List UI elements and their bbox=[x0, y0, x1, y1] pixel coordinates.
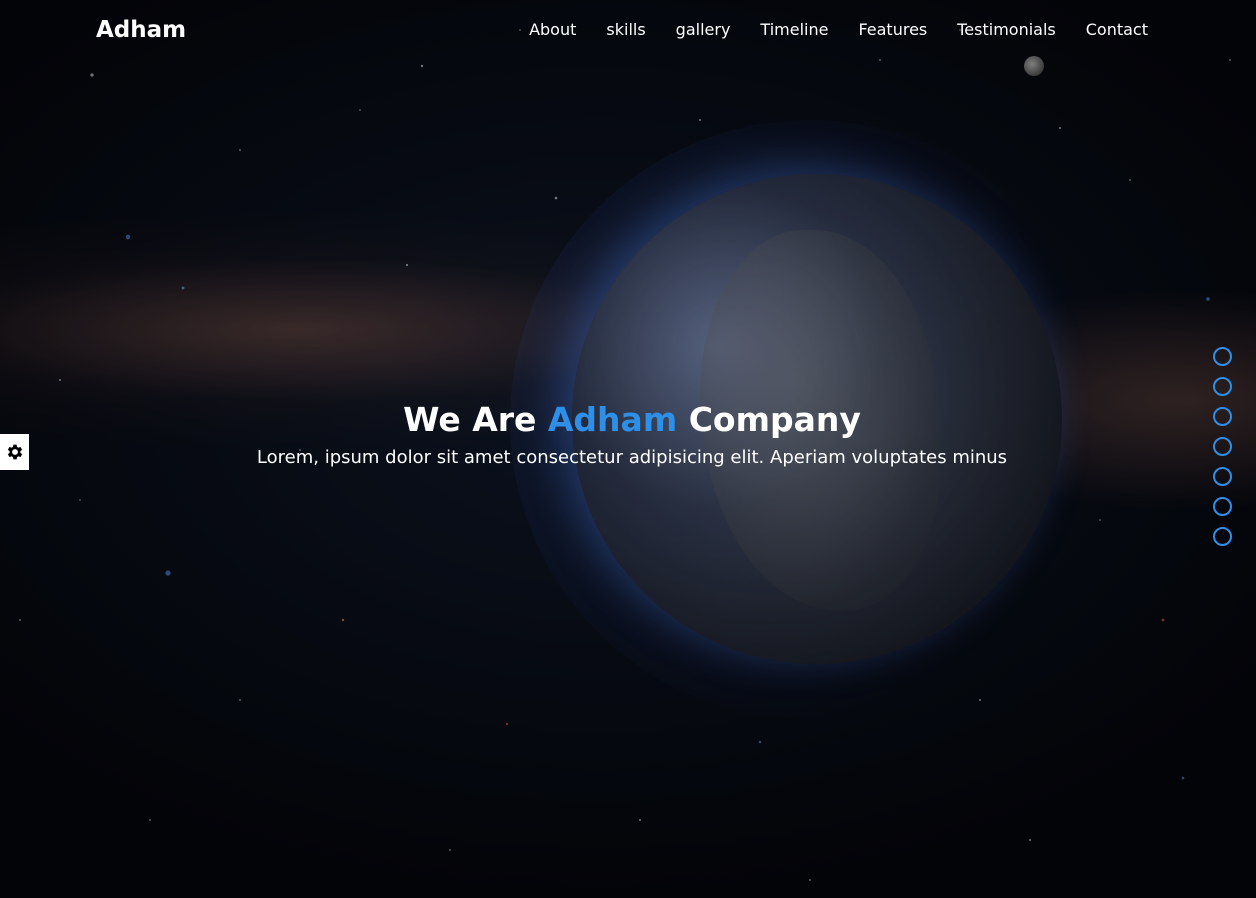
nav-link-gallery[interactable]: gallery bbox=[676, 18, 731, 42]
bullet-testimonials[interactable] bbox=[1213, 497, 1232, 516]
hero-subtitle: Lorem, ipsum dolor sit amet consectetur … bbox=[256, 447, 1008, 468]
nav-link-timeline[interactable]: Timeline bbox=[760, 18, 828, 42]
hero-title-accent: Adham bbox=[547, 400, 678, 439]
bullet-contact[interactable] bbox=[1213, 527, 1232, 546]
settings-toggle-button[interactable] bbox=[0, 434, 29, 470]
main-navbar: Adham About skills gallery Timeline Feat… bbox=[0, 0, 1256, 60]
bullet-skills[interactable] bbox=[1213, 377, 1232, 396]
bullet-gallery[interactable] bbox=[1213, 407, 1232, 426]
nav-link-skills[interactable]: skills bbox=[606, 18, 645, 42]
gear-icon bbox=[7, 444, 22, 460]
bullet-about[interactable] bbox=[1213, 347, 1232, 366]
nav-links: About skills gallery Timeline Features T… bbox=[499, 18, 1148, 42]
bullet-features[interactable] bbox=[1213, 467, 1232, 486]
landing-section: Adham About skills gallery Timeline Feat… bbox=[0, 0, 1256, 898]
brand-logo[interactable]: Adham bbox=[96, 15, 186, 45]
hero-title-suffix: Company bbox=[677, 400, 861, 439]
nav-link-testimonials[interactable]: Testimonials bbox=[957, 18, 1056, 42]
hero-title: We Are Adham Company bbox=[0, 398, 1256, 442]
section-bullets-nav bbox=[1213, 347, 1233, 557]
hero-content: We Are Adham Company Lorem, ipsum dolor … bbox=[0, 398, 1256, 472]
nav-link-contact[interactable]: Contact bbox=[1086, 18, 1148, 42]
nav-link-features[interactable]: Features bbox=[858, 18, 927, 42]
hero-title-prefix: We Are bbox=[403, 400, 548, 439]
bullet-timeline[interactable] bbox=[1213, 437, 1232, 456]
nav-link-about[interactable]: About bbox=[529, 18, 576, 42]
